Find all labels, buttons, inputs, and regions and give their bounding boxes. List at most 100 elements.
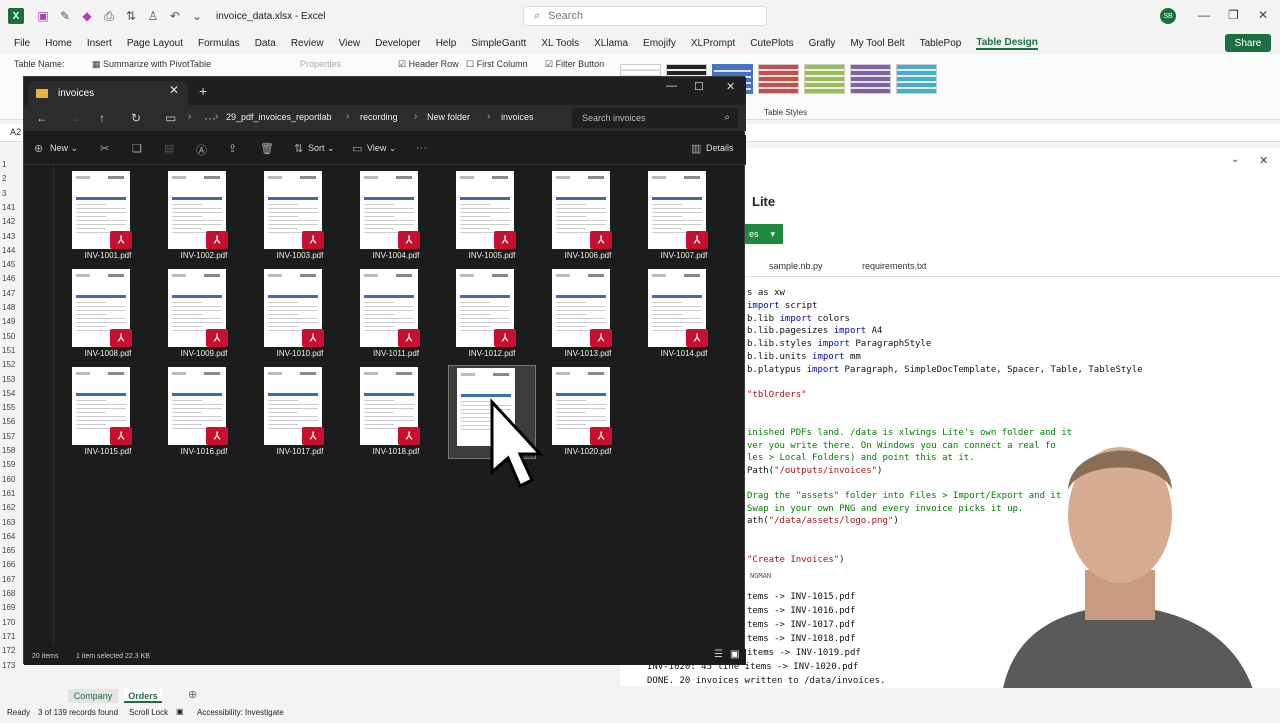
header-row-checkbox[interactable]: ☑ Header Row	[398, 59, 459, 70]
row-number[interactable]: 154	[0, 389, 22, 398]
ribbon-tab-file[interactable]: File	[14, 38, 30, 49]
file-item[interactable]: ⅄ INV-1004.pdf	[352, 169, 440, 263]
ribbon-tab-page-layout[interactable]: Page Layout	[127, 38, 183, 49]
close-icon[interactable]: ✕	[726, 80, 735, 93]
row-number[interactable]: 141	[0, 203, 22, 212]
back-icon[interactable]: ←	[36, 111, 48, 125]
row-number[interactable]: 147	[0, 289, 22, 298]
row-number[interactable]: 142	[0, 217, 22, 226]
row-number[interactable]: 153	[0, 375, 22, 384]
first-column-checkbox[interactable]: ☐ First Column	[466, 59, 528, 70]
file-tab-sample[interactable]: sample.nb.py	[769, 261, 823, 271]
file-item[interactable]: ⅄ INV-1014.pdf	[640, 267, 728, 361]
ribbon-tab-formulas[interactable]: Formulas	[198, 38, 240, 49]
row-number[interactable]: 143	[0, 232, 22, 241]
explorer-tab-invoices[interactable]: invoices	[28, 81, 188, 105]
paste-icon[interactable]: ▤	[164, 142, 174, 155]
file-item[interactable]: ⅄ INV-1012.pdf	[448, 267, 536, 361]
file-item[interactable]: ⅄ INV-1005.pdf	[448, 169, 536, 263]
ribbon-tab-simplegantt[interactable]: SimpleGantt	[471, 38, 526, 49]
share-button[interactable]: Share	[1225, 34, 1271, 52]
file-tab-requirements[interactable]: requirements.txt	[862, 261, 927, 271]
restore-icon[interactable]: ❐	[1228, 8, 1239, 22]
forward-icon[interactable]: →	[68, 111, 80, 125]
row-number[interactable]: 1	[0, 160, 22, 169]
ribbon-tab-insert[interactable]: Insert	[87, 38, 112, 49]
copy-icon[interactable]: ❏	[132, 142, 142, 155]
add-sheet-icon[interactable]: ⊕	[188, 688, 197, 701]
explorer-search-input[interactable]: Search invoices ⌕	[572, 108, 738, 128]
row-number[interactable]: 149	[0, 317, 22, 326]
ribbon-tab-xllama[interactable]: XLlama	[594, 38, 628, 49]
save-icon[interactable]: ▣	[32, 5, 54, 27]
eraser-icon[interactable]: ◆	[76, 5, 98, 27]
delete-icon[interactable]: 🗑	[260, 142, 274, 155]
sheet-tab-orders[interactable]: Orders	[124, 689, 162, 703]
undo-icon[interactable]: ↶	[164, 5, 186, 27]
sort-button[interactable]: Sort ⌄	[308, 143, 335, 154]
file-item[interactable]: ⅄ INV-1016.pdf	[160, 365, 248, 459]
file-item[interactable]: ⅄ INV-1015.pdf	[64, 365, 152, 459]
ribbon-tab-xlprompt[interactable]: XLPrompt	[691, 38, 735, 49]
file-item[interactable]: ⅄ INV-1013.pdf	[544, 267, 632, 361]
row-number[interactable]: 160	[0, 475, 22, 484]
row-number[interactable]: 173	[0, 661, 22, 670]
format-painter-icon[interactable]: ✎	[54, 5, 76, 27]
breadcrumb-item[interactable]: invoices	[501, 112, 534, 122]
ribbon-tab-data[interactable]: Data	[255, 38, 276, 49]
row-number[interactable]: 152	[0, 360, 22, 369]
file-item[interactable]: ⅄ INV-1009.pdf	[160, 267, 248, 361]
row-number[interactable]: 150	[0, 332, 22, 341]
close-icon[interactable]: ✕	[1258, 8, 1268, 22]
macro-icon[interactable]: ▣	[176, 707, 184, 716]
row-number[interactable]: 170	[0, 618, 22, 627]
row-number[interactable]: 165	[0, 546, 22, 555]
row-number[interactable]: 158	[0, 446, 22, 455]
ribbon-tab-my-tool-belt[interactable]: My Tool Belt	[850, 38, 904, 49]
row-number[interactable]: 155	[0, 403, 22, 412]
chevron-down-icon[interactable]: ⌄	[1231, 154, 1239, 165]
row-number[interactable]: 171	[0, 632, 22, 641]
table-style-swatch[interactable]	[804, 64, 845, 94]
breadcrumb-item[interactable]: 29_pdf_invoices_reportlab	[226, 112, 332, 122]
up-icon[interactable]: ↑	[99, 111, 105, 125]
status-accessibility[interactable]: Accessibility: Investigate	[197, 708, 284, 717]
new-tab-icon[interactable]: +	[199, 83, 207, 99]
breadcrumb-item[interactable]: recording	[360, 112, 398, 122]
file-item[interactable]: ⅄ INV-1002.pdf	[160, 169, 248, 263]
new-button[interactable]: New ⌄	[50, 143, 78, 154]
row-number[interactable]: 156	[0, 417, 22, 426]
run-script-button[interactable]: es ▾	[745, 224, 783, 244]
share-icon[interactable]: ⇪	[228, 142, 237, 155]
file-item[interactable]: ⅄ INV-1001.pdf	[64, 169, 152, 263]
row-number[interactable]: 163	[0, 518, 22, 527]
close-icon[interactable]: ✕	[1259, 154, 1268, 167]
file-item[interactable]: ⅄ INV-1010.pdf	[256, 267, 344, 361]
file-item[interactable]: ⅄ INV-1011.pdf	[352, 267, 440, 361]
print-icon[interactable]: ⎙	[98, 5, 120, 27]
details-view-icon[interactable]: ☰	[714, 649, 723, 660]
row-number[interactable]: 148	[0, 303, 22, 312]
row-number[interactable]: 172	[0, 646, 22, 655]
more-options-icon[interactable]: ···	[416, 142, 427, 154]
table-style-swatch[interactable]	[896, 64, 937, 94]
computer-icon[interactable]: ▭	[165, 111, 176, 125]
row-number[interactable]: 145	[0, 260, 22, 269]
refresh-icon[interactable]: ↻	[131, 111, 141, 125]
ribbon-tab-xl-tools[interactable]: XL Tools	[541, 38, 579, 49]
ribbon-tab-tablepop[interactable]: TablePop	[920, 38, 962, 49]
summarize-pivot-button[interactable]: ▦ Summarize with PivotTable	[92, 59, 211, 70]
row-number[interactable]: 164	[0, 532, 22, 541]
row-number[interactable]: 166	[0, 560, 22, 569]
name-box[interactable]: A2	[10, 127, 21, 137]
file-item[interactable]: ⅄ INV-1006.pdf	[544, 169, 632, 263]
ribbon-tab-grafly[interactable]: Grafly	[809, 38, 836, 49]
explorer-nav-pane[interactable]	[24, 165, 54, 645]
ribbon-tab-table-design[interactable]: Table Design	[976, 37, 1038, 50]
filter-button-checkbox[interactable]: ☑ Filter Button	[545, 59, 604, 70]
row-number[interactable]: 167	[0, 575, 22, 584]
user-icon[interactable]: ♙	[142, 5, 164, 27]
breadcrumb-item[interactable]: New folder	[427, 112, 470, 122]
more-icon[interactable]: ⌄	[186, 5, 208, 27]
sort-icon[interactable]: ⇅	[120, 5, 142, 27]
